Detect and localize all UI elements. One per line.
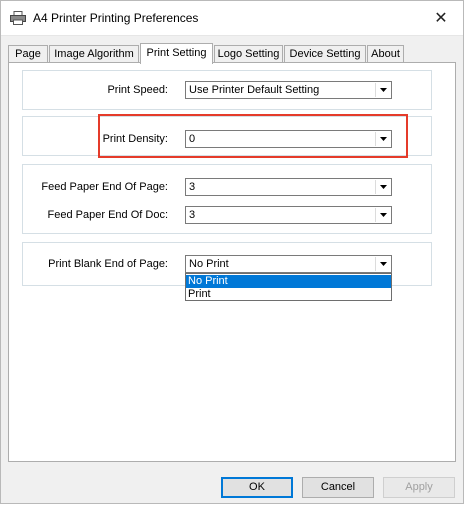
print-speed-select[interactable]: Use Printer Default Setting [185,81,392,99]
title-bar: A4 Printer Printing Preferences ✕ [1,1,463,36]
chevron-down-icon [375,257,390,271]
feed-end-page-label: Feed Paper End Of Page: [41,181,168,193]
feed-end-doc-label: Feed Paper End Of Doc: [47,209,168,221]
tab-device-setting[interactable]: Device Setting [284,45,366,62]
feed-end-doc-select[interactable]: 3 [185,206,392,224]
tab-logo-setting[interactable]: Logo Setting [214,45,283,62]
highlight-box [98,114,408,158]
tab-image-algorithm[interactable]: Image Algorithm [49,45,139,62]
tab-about[interactable]: About [367,45,404,62]
window-title: A4 Printer Printing Preferences [33,11,199,25]
blank-end-page-label: Print Blank End of Page: [48,258,168,270]
tab-print-setting[interactable]: Print Setting [140,43,213,64]
print-speed-label: Print Speed: [107,84,168,96]
tab-page[interactable]: Page [8,45,48,62]
close-icon: ✕ [434,10,448,27]
chevron-down-icon [375,83,390,97]
chevron-down-icon [375,208,390,222]
blank-end-page-value: No Print [189,258,229,270]
printer-icon [10,11,26,25]
feed-end-page-select[interactable]: 3 [185,178,392,196]
close-button[interactable]: ✕ [419,1,463,35]
ok-button[interactable]: OK [221,477,293,498]
dropdown-option-no-print[interactable]: No Print [186,275,391,288]
blank-end-page-select[interactable]: No Print [185,255,392,273]
print-speed-value: Use Printer Default Setting [189,84,320,96]
dropdown-option-print[interactable]: Print [186,288,391,301]
apply-button[interactable]: Apply [383,477,455,498]
cancel-button[interactable]: Cancel [302,477,374,498]
chevron-down-icon [375,180,390,194]
feed-end-doc-value: 3 [189,209,196,221]
feed-end-page-value: 3 [189,181,196,193]
blank-end-page-dropdown: No Print Print [185,273,392,301]
